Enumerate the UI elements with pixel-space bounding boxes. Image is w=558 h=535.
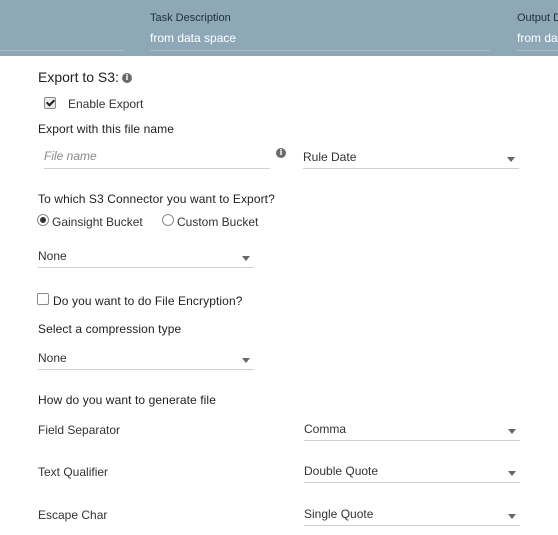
column-heading-output: Output D [517, 12, 558, 24]
encryption-label: Do you want to do File Encryption? [53, 294, 243, 308]
column-divider [0, 50, 124, 51]
escape-char-label: Escape Char [38, 508, 108, 522]
encryption-checkbox[interactable] [37, 293, 49, 305]
enable-export-checkbox[interactable] [44, 97, 56, 109]
field-separator-value: Comma [304, 422, 347, 436]
column-divider [150, 50, 490, 51]
text-qualifier-select[interactable]: Double Quote [304, 460, 520, 483]
text-qualifier-value: Double Quote [304, 464, 379, 478]
file-name-heading: Export with this file name [38, 122, 174, 136]
escape-char-value: Single Quote [304, 507, 374, 521]
table-header-bar: Task Description from data space Output … [0, 0, 558, 56]
escape-char-select[interactable]: Single Quote [304, 503, 520, 526]
column-value-output: from da [517, 31, 558, 45]
generate-heading: How do you want to generate file [38, 393, 216, 407]
custom-bucket-label: Custom Bucket [177, 215, 259, 229]
connector-question: To which S3 Connector you want to Export… [38, 192, 275, 206]
chevron-down-icon [508, 429, 516, 434]
text-qualifier-label: Text Qualifier [38, 465, 109, 479]
gainsight-bucket-label: Gainsight Bucket [52, 215, 143, 229]
compression-select[interactable]: None [38, 347, 254, 370]
chevron-down-icon [507, 157, 515, 162]
file-name-input-wrapper [44, 146, 270, 169]
chevron-down-icon [242, 358, 250, 363]
compression-heading: Select a compression type [38, 322, 182, 336]
date-select-value: Rule Date [303, 150, 357, 164]
column-heading-task-description: Task Description [150, 12, 231, 24]
date-select[interactable]: Rule Date [303, 146, 519, 169]
export-title: Export to S3: [38, 69, 119, 85]
chevron-down-icon [508, 471, 516, 476]
connector-select-value: None [38, 249, 67, 263]
compression-select-value: None [38, 351, 67, 365]
connector-select[interactable]: None [38, 245, 254, 268]
chevron-down-icon [242, 256, 250, 261]
column-divider [517, 50, 558, 51]
field-separator-label: Field Separator [38, 423, 121, 437]
file-name-input[interactable] [44, 146, 270, 166]
enable-export-label: Enable Export [68, 97, 144, 111]
chevron-down-icon [508, 514, 516, 519]
custom-bucket-radio[interactable] [162, 214, 174, 226]
column-value-task-description: from data space [150, 31, 237, 45]
info-icon[interactable]: i [276, 148, 286, 158]
info-icon[interactable]: i [122, 73, 132, 83]
gainsight-bucket-radio[interactable] [37, 214, 49, 226]
field-separator-select[interactable]: Comma [304, 418, 520, 441]
